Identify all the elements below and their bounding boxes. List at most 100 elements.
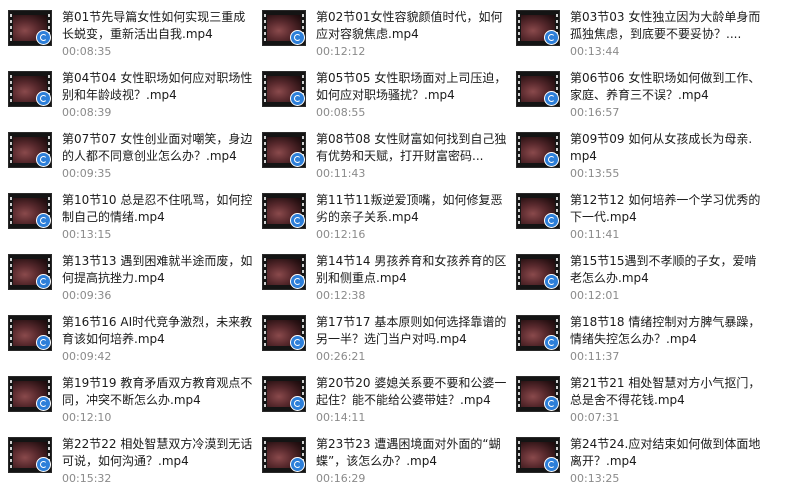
file-item[interactable]: 第02节01女性容貌颜值时代，如何应对容貌焦虑.mp4 00:12:12 (262, 4, 516, 65)
file-item[interactable]: 第13节13 遇到困难就半途而废，如何提高抗挫力.mp4 00:09:36 (8, 248, 262, 309)
file-duration: 00:16:57 (570, 106, 620, 119)
file-item[interactable]: 第04节04 女性职场如何应对职场性别和年龄歧视？.mp4 00:08:39 (8, 65, 262, 126)
file-meta: 第15节15遇到不孝顺的子女，爱啃老怎么办.mp4 00:12:01 (570, 248, 762, 303)
film-holes-left (263, 377, 267, 411)
file-item[interactable]: 第16节16 AI时代竞争激烈，未来教育该如何培养.mp4 00:09:42 (8, 309, 262, 370)
file-item[interactable]: 第07节07 女性创业面对嘲笑，身边的人都不同意创业怎么办？.mp4 00:09… (8, 126, 262, 187)
file-name: 第07节07 女性创业面对嘲笑，身边的人都不同意创业怎么办？.mp4 (62, 132, 253, 163)
file-duration: 00:09:35 (62, 167, 112, 180)
file-name: 第17节17 基本原则如何选择靠谱的另一半？选门当户对吗.mp4 (316, 315, 507, 346)
file-name: 第04节04 女性职场如何应对职场性别和年龄歧视？.mp4 (62, 71, 253, 102)
file-item[interactable]: 第06节06 女性职场如何做到工作、家庭、养育三不误？.mp4 00:16:57 (516, 65, 770, 126)
file-name: 第09节09 如何从女孩成长为母亲.mp4 (570, 132, 753, 163)
video-thumbnail (8, 71, 52, 107)
file-item[interactable]: 第19节19 教育矛盾双方教育观点不同，冲突不断怎么办.mp4 00:12:10 (8, 370, 262, 431)
sync-status-icon (544, 274, 559, 289)
sync-status-icon (544, 152, 559, 167)
file-meta: 第21节21 相处智慧对方小气抠门，总是舍不得花钱.mp4 00:07:31 (570, 370, 762, 425)
file-meta: 第05节05 女性职场面对上司压迫，如何应对职场骚扰？.mp4 00:08:55 (316, 65, 508, 120)
video-thumbnail (262, 437, 306, 473)
video-thumbnail (516, 193, 560, 229)
file-duration: 00:12:12 (316, 45, 366, 58)
sync-status-icon (36, 396, 51, 411)
file-meta: 第22节22 相处智慧双方冷漠到无话可说，如何沟通？.mp4 00:15:32 (62, 431, 254, 486)
file-duration: 00:12:16 (316, 228, 366, 241)
file-meta: 第02节01女性容貌颜值时代，如何应对容貌焦虑.mp4 00:12:12 (316, 4, 508, 59)
sync-status-icon (544, 91, 559, 106)
video-thumbnail (516, 254, 560, 290)
file-name: 第18节18 情绪控制对方脾气暴躁，情绪失控怎么办？.mp4 (570, 315, 761, 346)
file-meta: 第06节06 女性职场如何做到工作、家庭、养育三不误？.mp4 00:16:57 (570, 65, 762, 120)
file-name: 第01节先导篇女性如何实现三重成长蜕变，重新活出自我.mp4 (62, 10, 246, 41)
film-holes-left (263, 316, 267, 350)
file-name: 第02节01女性容貌颜值时代，如何应对容貌焦虑.mp4 (316, 10, 503, 41)
file-item[interactable]: 第05节05 女性职场面对上司压迫，如何应对职场骚扰？.mp4 00:08:55 (262, 65, 516, 126)
file-duration: 00:11:41 (570, 228, 620, 241)
video-thumbnail (516, 315, 560, 351)
file-meta: 第08节08 女性财富如何找到自己独有优势和天赋，打开财富密码... 00:11… (316, 126, 508, 181)
file-item[interactable]: 第08节08 女性财富如何找到自己独有优势和天赋，打开财富密码... 00:11… (262, 126, 516, 187)
file-item[interactable]: 第24节24.应对结束如何做到体面地离开？.mp4 00:13:25 (516, 431, 770, 492)
video-thumbnail (8, 132, 52, 168)
file-item[interactable]: 第14节14 男孩养育和女孩养育的区别和侧重点.mp4 00:12:38 (262, 248, 516, 309)
file-meta: 第14节14 男孩养育和女孩养育的区别和侧重点.mp4 00:12:38 (316, 248, 508, 303)
file-duration: 00:12:38 (316, 289, 366, 302)
video-thumbnail (8, 193, 52, 229)
film-holes-left (263, 11, 267, 45)
video-thumbnail (8, 254, 52, 290)
file-duration: 00:08:39 (62, 106, 112, 119)
sync-status-icon (544, 457, 559, 472)
file-name: 第12节12 如何培养一个学习优秀的下一代.mp4 (570, 193, 761, 224)
file-duration: 00:08:55 (316, 106, 366, 119)
sync-status-icon (36, 152, 51, 167)
video-thumbnail (262, 71, 306, 107)
sync-status-icon (290, 335, 305, 350)
sync-status-icon (36, 274, 51, 289)
sync-status-icon (36, 457, 51, 472)
file-item[interactable]: 第10节10 总是忍不住吼骂，如何控制自己的情绪.mp4 00:13:15 (8, 187, 262, 248)
file-grid: 第01节先导篇女性如何实现三重成长蜕变，重新活出自我.mp4 00:08:35 … (0, 0, 793, 496)
file-item[interactable]: 第09节09 如何从女孩成长为母亲.mp4 00:13:55 (516, 126, 770, 187)
file-name: 第23节23 遭遇困境面对外面的“蝴蝶”，该怎么办？.mp4 (316, 437, 501, 468)
file-duration: 00:12:01 (570, 289, 620, 302)
file-name: 第21节21 相处智慧对方小气抠门，总是舍不得花钱.mp4 (570, 376, 761, 407)
file-meta: 第12节12 如何培养一个学习优秀的下一代.mp4 00:11:41 (570, 187, 762, 242)
film-holes-left (263, 72, 267, 106)
file-duration: 00:07:31 (570, 411, 620, 424)
file-item[interactable]: 第17节17 基本原则如何选择靠谱的另一半？选门当户对吗.mp4 00:26:2… (262, 309, 516, 370)
file-name: 第22节22 相处智慧双方冷漠到无话可说，如何沟通？.mp4 (62, 437, 253, 468)
file-item[interactable]: 第20节20 婆媳关系要不要和公婆一起住？能不能给公婆带娃？.mp4 00:14… (262, 370, 516, 431)
file-item[interactable]: 第21节21 相处智慧对方小气抠门，总是舍不得花钱.mp4 00:07:31 (516, 370, 770, 431)
video-thumbnail (516, 71, 560, 107)
file-duration: 00:12:10 (62, 411, 112, 424)
file-item[interactable]: 第01节先导篇女性如何实现三重成长蜕变，重新活出自我.mp4 00:08:35 (8, 4, 262, 65)
file-meta: 第19节19 教育矛盾双方教育观点不同，冲突不断怎么办.mp4 00:12:10 (62, 370, 254, 425)
file-item[interactable]: 第03节03 女性独立因为大龄单身而孤独焦虑，到底要不要妥协？.... 00:1… (516, 4, 770, 65)
file-item[interactable]: 第22节22 相处智慧双方冷漠到无话可说，如何沟通？.mp4 00:15:32 (8, 431, 262, 492)
film-holes-left (9, 316, 13, 350)
file-item[interactable]: 第18节18 情绪控制对方脾气暴躁，情绪失控怎么办？.mp4 00:11:37 (516, 309, 770, 370)
sync-status-icon (290, 274, 305, 289)
sync-status-icon (290, 30, 305, 45)
file-name: 第03节03 女性独立因为大龄单身而孤独焦虑，到底要不要妥协？.... (570, 10, 761, 41)
sync-status-icon (36, 335, 51, 350)
file-meta: 第13节13 遇到困难就半途而废，如何提高抗挫力.mp4 00:09:36 (62, 248, 254, 303)
video-thumbnail (516, 132, 560, 168)
film-holes-left (517, 133, 521, 167)
video-thumbnail (262, 10, 306, 46)
film-holes-left (263, 255, 267, 289)
film-holes-left (263, 194, 267, 228)
film-holes-left (9, 377, 13, 411)
file-item[interactable]: 第15节15遇到不孝顺的子女，爱啃老怎么办.mp4 00:12:01 (516, 248, 770, 309)
video-thumbnail (8, 376, 52, 412)
file-meta: 第03节03 女性独立因为大龄单身而孤独焦虑，到底要不要妥协？.... 00:1… (570, 4, 762, 59)
file-duration: 00:09:36 (62, 289, 112, 302)
file-item[interactable]: 第11节11叛逆爱顶嘴，如何修复恶劣的亲子关系.mp4 00:12:16 (262, 187, 516, 248)
file-item[interactable]: 第23节23 遭遇困境面对外面的“蝴蝶”，该怎么办？.mp4 00:16:29 (262, 431, 516, 492)
film-holes-left (9, 438, 13, 472)
file-item[interactable]: 第12节12 如何培养一个学习优秀的下一代.mp4 00:11:41 (516, 187, 770, 248)
file-meta: 第18节18 情绪控制对方脾气暴躁，情绪失控怎么办？.mp4 00:11:37 (570, 309, 762, 364)
film-holes-left (9, 255, 13, 289)
video-thumbnail (262, 376, 306, 412)
file-meta: 第01节先导篇女性如何实现三重成长蜕变，重新活出自我.mp4 00:08:35 (62, 4, 254, 59)
